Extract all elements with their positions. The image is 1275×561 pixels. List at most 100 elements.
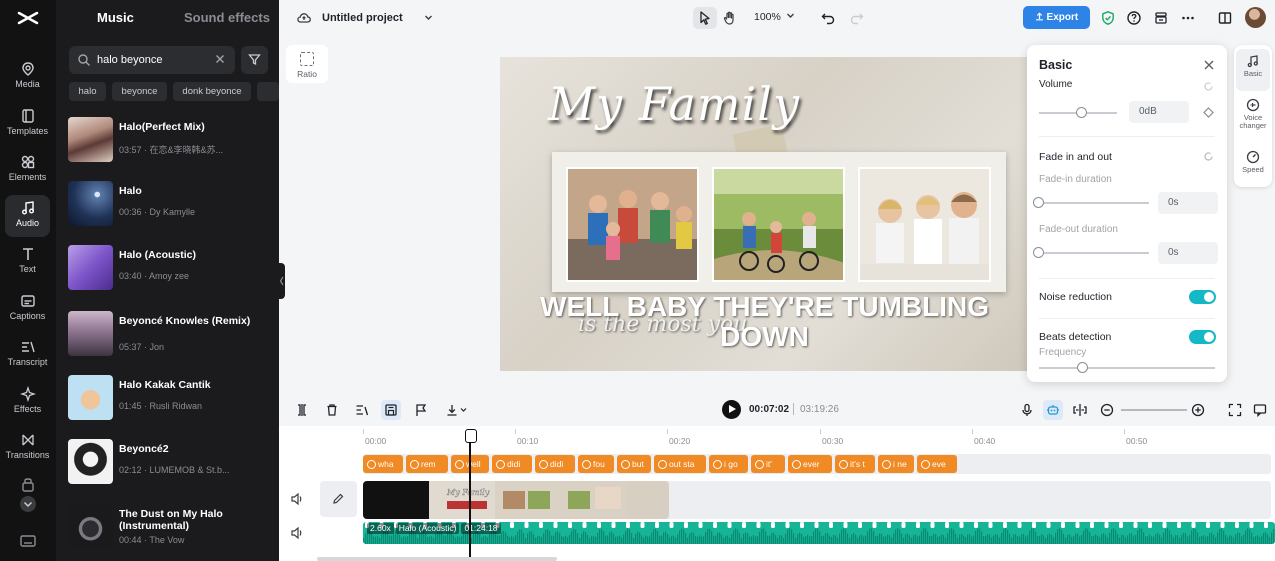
chevron-down-circle-icon[interactable]	[18, 494, 38, 514]
music-item[interactable]: Halo Kakak Cantik 01:45 · Rusli Ridwan	[68, 375, 273, 421]
speaker-icon[interactable]	[290, 492, 304, 506]
collapse-panel-handle[interactable]	[279, 263, 285, 299]
fade-in-value-field[interactable]	[1158, 192, 1218, 214]
rail-item-audio[interactable]: Audio	[5, 195, 50, 237]
volume-value-field[interactable]	[1129, 101, 1189, 123]
caption-clip[interactable]: eve	[917, 455, 957, 473]
download-dropdown[interactable]	[443, 400, 471, 420]
side-tool-voice-changer[interactable]: Voice changer	[1236, 93, 1270, 135]
caption-clip[interactable]: ever	[788, 455, 832, 473]
music-item[interactable]: Beyoncé2 02:12 · LUMEMOB & St.b...	[68, 439, 273, 485]
slider-knob[interactable]	[1076, 107, 1087, 118]
caption-clip[interactable]: fou	[578, 455, 614, 473]
capcut-logo-icon[interactable]	[16, 8, 40, 28]
tab-sound-effects[interactable]: Sound effects	[184, 10, 270, 25]
reset-icon[interactable]	[1203, 151, 1214, 162]
rail-item-transcript[interactable]: Transcript	[5, 334, 50, 376]
music-item[interactable]: Beyoncé Knowles (Remix) 05:37 · Jon	[68, 311, 273, 357]
close-icon[interactable]	[1203, 59, 1215, 71]
tab-music[interactable]: Music	[97, 10, 134, 25]
keyboard-icon[interactable]	[18, 531, 38, 551]
edit-track-button[interactable]	[320, 481, 357, 517]
select-tool-button[interactable]	[693, 7, 717, 29]
zoom-in-button[interactable]	[1188, 400, 1208, 420]
clear-search-icon[interactable]	[213, 52, 227, 66]
audio-clip[interactable]: 2.60x Halo (Acoustic) 01:24:18	[363, 522, 1275, 544]
rail-item-captions[interactable]: Captions	[5, 288, 50, 330]
video-clip[interactable]: My Family	[363, 481, 669, 519]
playhead[interactable]	[465, 429, 477, 561]
delete-button[interactable]	[322, 400, 342, 420]
comment-button[interactable]	[1250, 400, 1270, 420]
undo-button[interactable]	[816, 7, 840, 29]
play-button[interactable]	[722, 400, 741, 419]
zoom-dropdown[interactable]: 100%	[754, 11, 795, 23]
rail-item-media[interactable]: Media	[5, 56, 50, 98]
timeline[interactable]: 00:00 00:10 00:20 00:30 00:40 00:50 wha …	[279, 426, 1275, 561]
music-item[interactable]: Halo 00:36 · Dy Kamylle	[68, 181, 273, 227]
ratio-button[interactable]: Ratio	[286, 45, 328, 83]
speaker-icon[interactable]	[290, 526, 304, 540]
caption-clip[interactable]: it's t	[835, 455, 875, 473]
fade-out-slider[interactable]	[1033, 247, 1149, 259]
fade-out-value-field[interactable]	[1158, 242, 1218, 264]
search-chip[interactable]: beyonce	[112, 82, 167, 101]
caption-clip[interactable]: didi	[535, 455, 575, 473]
rail-item-transitions[interactable]: Transitions	[5, 427, 50, 469]
caption-clip[interactable]: wha	[363, 455, 403, 473]
marker-button[interactable]	[411, 400, 431, 420]
slider-knob[interactable]	[1033, 247, 1044, 258]
rail-item-effects[interactable]: Effects	[5, 381, 50, 423]
layout-toggle-button[interactable]	[1213, 7, 1237, 29]
music-search[interactable]	[69, 46, 235, 74]
side-tool-basic[interactable]: Basic	[1236, 49, 1270, 91]
user-avatar[interactable]	[1245, 7, 1266, 28]
caption-clip[interactable]: i ne	[878, 455, 914, 473]
ai-tools-button[interactable]	[1043, 400, 1063, 420]
volume-slider[interactable]	[1039, 107, 1117, 119]
fit-timeline-button[interactable]	[1225, 400, 1245, 420]
search-chip[interactable]: halo	[69, 82, 106, 101]
shield-button[interactable]	[1096, 7, 1120, 29]
slider-knob[interactable]	[1033, 197, 1044, 208]
save-frame-button[interactable]	[381, 400, 401, 420]
caption-clip[interactable]: i go	[709, 455, 748, 473]
frequency-slider[interactable]	[1039, 362, 1215, 374]
noise-reduction-toggle[interactable]	[1189, 290, 1216, 304]
reset-icon[interactable]	[1203, 81, 1214, 92]
music-item[interactable]: The Dust on My Halo (Instrumental) 00:44…	[68, 504, 273, 550]
caption-clip[interactable]: didi	[492, 455, 532, 473]
redo-button[interactable]	[845, 7, 869, 29]
caption-clip[interactable]: rem	[406, 455, 448, 473]
slider-knob[interactable]	[1077, 362, 1088, 373]
search-input[interactable]	[97, 51, 207, 69]
video-preview[interactable]: My Family is the most you WELL BABY THEY…	[500, 57, 1029, 371]
search-chip[interactable]: donk beyonce	[173, 82, 251, 101]
lock-icon[interactable]	[18, 474, 38, 494]
beats-detection-toggle[interactable]	[1189, 330, 1216, 344]
caption-clip[interactable]: but	[617, 455, 651, 473]
music-item[interactable]: Halo (Acoustic) 03:40 · Amoy zee	[68, 245, 273, 291]
caption-clip[interactable]: out sta	[654, 455, 706, 473]
snap-button[interactable]	[1070, 400, 1090, 420]
fade-in-slider[interactable]	[1033, 197, 1149, 209]
music-item[interactable]: Halo(Perfect Mix) 03:57 · 在恋&李晓韩&苏...	[68, 117, 273, 163]
hand-tool-button[interactable]	[718, 7, 742, 29]
captions-tool-button[interactable]	[352, 400, 372, 420]
layers-button[interactable]	[1149, 7, 1173, 29]
timeline-zoom-slider[interactable]	[1121, 409, 1187, 411]
more-button[interactable]	[1176, 7, 1200, 29]
search-chip-overflow[interactable]	[257, 82, 279, 101]
caption-clip[interactable]: it'	[751, 455, 785, 473]
help-button[interactable]	[1122, 7, 1146, 29]
rail-item-text[interactable]: Text	[5, 241, 50, 283]
zoom-out-button[interactable]	[1097, 400, 1117, 420]
split-button[interactable]	[292, 400, 312, 420]
export-button[interactable]: Export	[1023, 6, 1090, 29]
record-voice-button[interactable]	[1017, 400, 1037, 420]
timeline-scrollbar[interactable]	[317, 557, 557, 561]
keyframe-diamond-icon[interactable]	[1203, 107, 1214, 118]
rail-item-templates[interactable]: Templates	[5, 103, 50, 145]
rail-item-elements[interactable]: Elements	[5, 149, 50, 191]
side-tool-speed[interactable]: Speed	[1236, 145, 1270, 187]
